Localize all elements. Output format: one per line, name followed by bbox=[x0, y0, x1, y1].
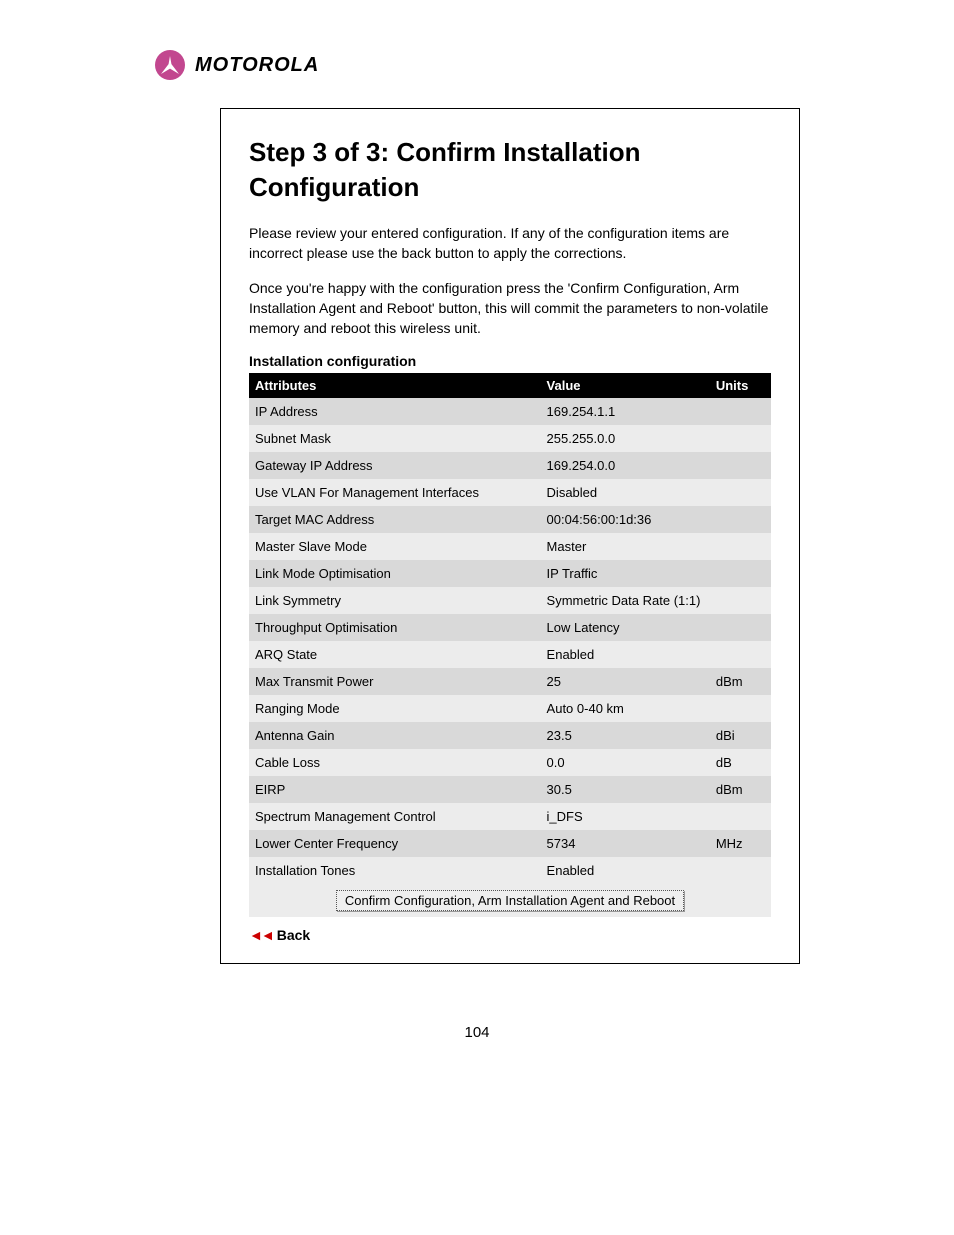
back-link[interactable]: ◄◄ Back bbox=[249, 927, 310, 943]
cell-units: dBm bbox=[710, 668, 771, 695]
col-value: Value bbox=[541, 373, 710, 398]
page-title: Step 3 of 3: Confirm Installation Config… bbox=[249, 135, 771, 205]
config-table: Attributes Value Units IP Address169.254… bbox=[249, 373, 771, 917]
cell-attribute: ARQ State bbox=[249, 641, 541, 668]
table-row: Master Slave ModeMaster bbox=[249, 533, 771, 560]
cell-attribute: Target MAC Address bbox=[249, 506, 541, 533]
table-row: Link Mode OptimisationIP Traffic bbox=[249, 560, 771, 587]
page-number: 104 bbox=[0, 1024, 954, 1041]
table-row: Throughput OptimisationLow Latency bbox=[249, 614, 771, 641]
cell-units bbox=[710, 614, 771, 641]
confirm-reboot-button[interactable]: Confirm Configuration, Arm Installation … bbox=[336, 890, 684, 911]
cell-attribute: Use VLAN For Management Interfaces bbox=[249, 479, 541, 506]
cell-value: 5734 bbox=[541, 830, 710, 857]
cell-value: Enabled bbox=[541, 641, 710, 668]
table-row: Gateway IP Address169.254.0.0 bbox=[249, 452, 771, 479]
cell-attribute: Link Mode Optimisation bbox=[249, 560, 541, 587]
cell-value: i_DFS bbox=[541, 803, 710, 830]
cell-units bbox=[710, 479, 771, 506]
table-row: Spectrum Management Controli_DFS bbox=[249, 803, 771, 830]
back-label: Back bbox=[277, 927, 310, 943]
cell-units: dB bbox=[710, 749, 771, 776]
table-row: Lower Center Frequency5734MHz bbox=[249, 830, 771, 857]
cell-units bbox=[710, 506, 771, 533]
table-row: IP Address169.254.1.1 bbox=[249, 398, 771, 425]
cell-value: IP Traffic bbox=[541, 560, 710, 587]
cell-value: 25 bbox=[541, 668, 710, 695]
intro-paragraph-1: Please review your entered configuration… bbox=[249, 223, 771, 264]
cell-units: dBm bbox=[710, 776, 771, 803]
table-caption: Installation configuration bbox=[249, 353, 771, 369]
cell-units bbox=[710, 857, 771, 884]
cell-value: 23.5 bbox=[541, 722, 710, 749]
cell-value: 0.0 bbox=[541, 749, 710, 776]
cell-value: Auto 0-40 km bbox=[541, 695, 710, 722]
brand-header: MOTOROLA bbox=[155, 50, 954, 80]
cell-units bbox=[710, 398, 771, 425]
col-attributes: Attributes bbox=[249, 373, 541, 398]
col-units: Units bbox=[710, 373, 771, 398]
cell-units bbox=[710, 452, 771, 479]
cell-value: 255.255.0.0 bbox=[541, 425, 710, 452]
cell-value: 00:04:56:00:1d:36 bbox=[541, 506, 710, 533]
cell-units bbox=[710, 803, 771, 830]
table-row: Cable Loss0.0dB bbox=[249, 749, 771, 776]
motorola-logo-icon bbox=[155, 50, 185, 80]
table-row: Use VLAN For Management InterfacesDisabl… bbox=[249, 479, 771, 506]
cell-units bbox=[710, 560, 771, 587]
cell-attribute: Throughput Optimisation bbox=[249, 614, 541, 641]
config-panel: Step 3 of 3: Confirm Installation Config… bbox=[220, 108, 800, 964]
table-row: Ranging ModeAuto 0-40 km bbox=[249, 695, 771, 722]
table-row: Antenna Gain23.5dBi bbox=[249, 722, 771, 749]
cell-attribute: IP Address bbox=[249, 398, 541, 425]
cell-units: dBi bbox=[710, 722, 771, 749]
cell-value: Disabled bbox=[541, 479, 710, 506]
cell-value: Master bbox=[541, 533, 710, 560]
table-row: Installation TonesEnabled bbox=[249, 857, 771, 884]
cell-attribute: EIRP bbox=[249, 776, 541, 803]
table-row: ARQ StateEnabled bbox=[249, 641, 771, 668]
cell-units bbox=[710, 533, 771, 560]
cell-attribute: Link Symmetry bbox=[249, 587, 541, 614]
cell-value: Low Latency bbox=[541, 614, 710, 641]
cell-attribute: Subnet Mask bbox=[249, 425, 541, 452]
cell-attribute: Antenna Gain bbox=[249, 722, 541, 749]
cell-units: MHz bbox=[710, 830, 771, 857]
cell-units bbox=[710, 587, 771, 614]
cell-value: 30.5 bbox=[541, 776, 710, 803]
table-row: EIRP30.5dBm bbox=[249, 776, 771, 803]
cell-value: Enabled bbox=[541, 857, 710, 884]
cell-attribute: Lower Center Frequency bbox=[249, 830, 541, 857]
table-row: Link SymmetrySymmetric Data Rate (1:1) bbox=[249, 587, 771, 614]
cell-units bbox=[710, 641, 771, 668]
cell-attribute: Installation Tones bbox=[249, 857, 541, 884]
brand-name: MOTOROLA bbox=[195, 54, 319, 77]
table-row: Max Transmit Power25dBm bbox=[249, 668, 771, 695]
cell-value: Symmetric Data Rate (1:1) bbox=[541, 587, 710, 614]
cell-units bbox=[710, 695, 771, 722]
table-row: Target MAC Address00:04:56:00:1d:36 bbox=[249, 506, 771, 533]
cell-attribute: Max Transmit Power bbox=[249, 668, 541, 695]
cell-attribute: Cable Loss bbox=[249, 749, 541, 776]
intro-paragraph-2: Once you're happy with the configuration… bbox=[249, 278, 771, 339]
cell-value: 169.254.1.1 bbox=[541, 398, 710, 425]
cell-attribute: Ranging Mode bbox=[249, 695, 541, 722]
cell-value: 169.254.0.0 bbox=[541, 452, 710, 479]
cell-attribute: Spectrum Management Control bbox=[249, 803, 541, 830]
table-row: Subnet Mask255.255.0.0 bbox=[249, 425, 771, 452]
back-chevron-icon: ◄◄ bbox=[249, 927, 273, 943]
cell-attribute: Gateway IP Address bbox=[249, 452, 541, 479]
cell-attribute: Master Slave Mode bbox=[249, 533, 541, 560]
cell-units bbox=[710, 425, 771, 452]
